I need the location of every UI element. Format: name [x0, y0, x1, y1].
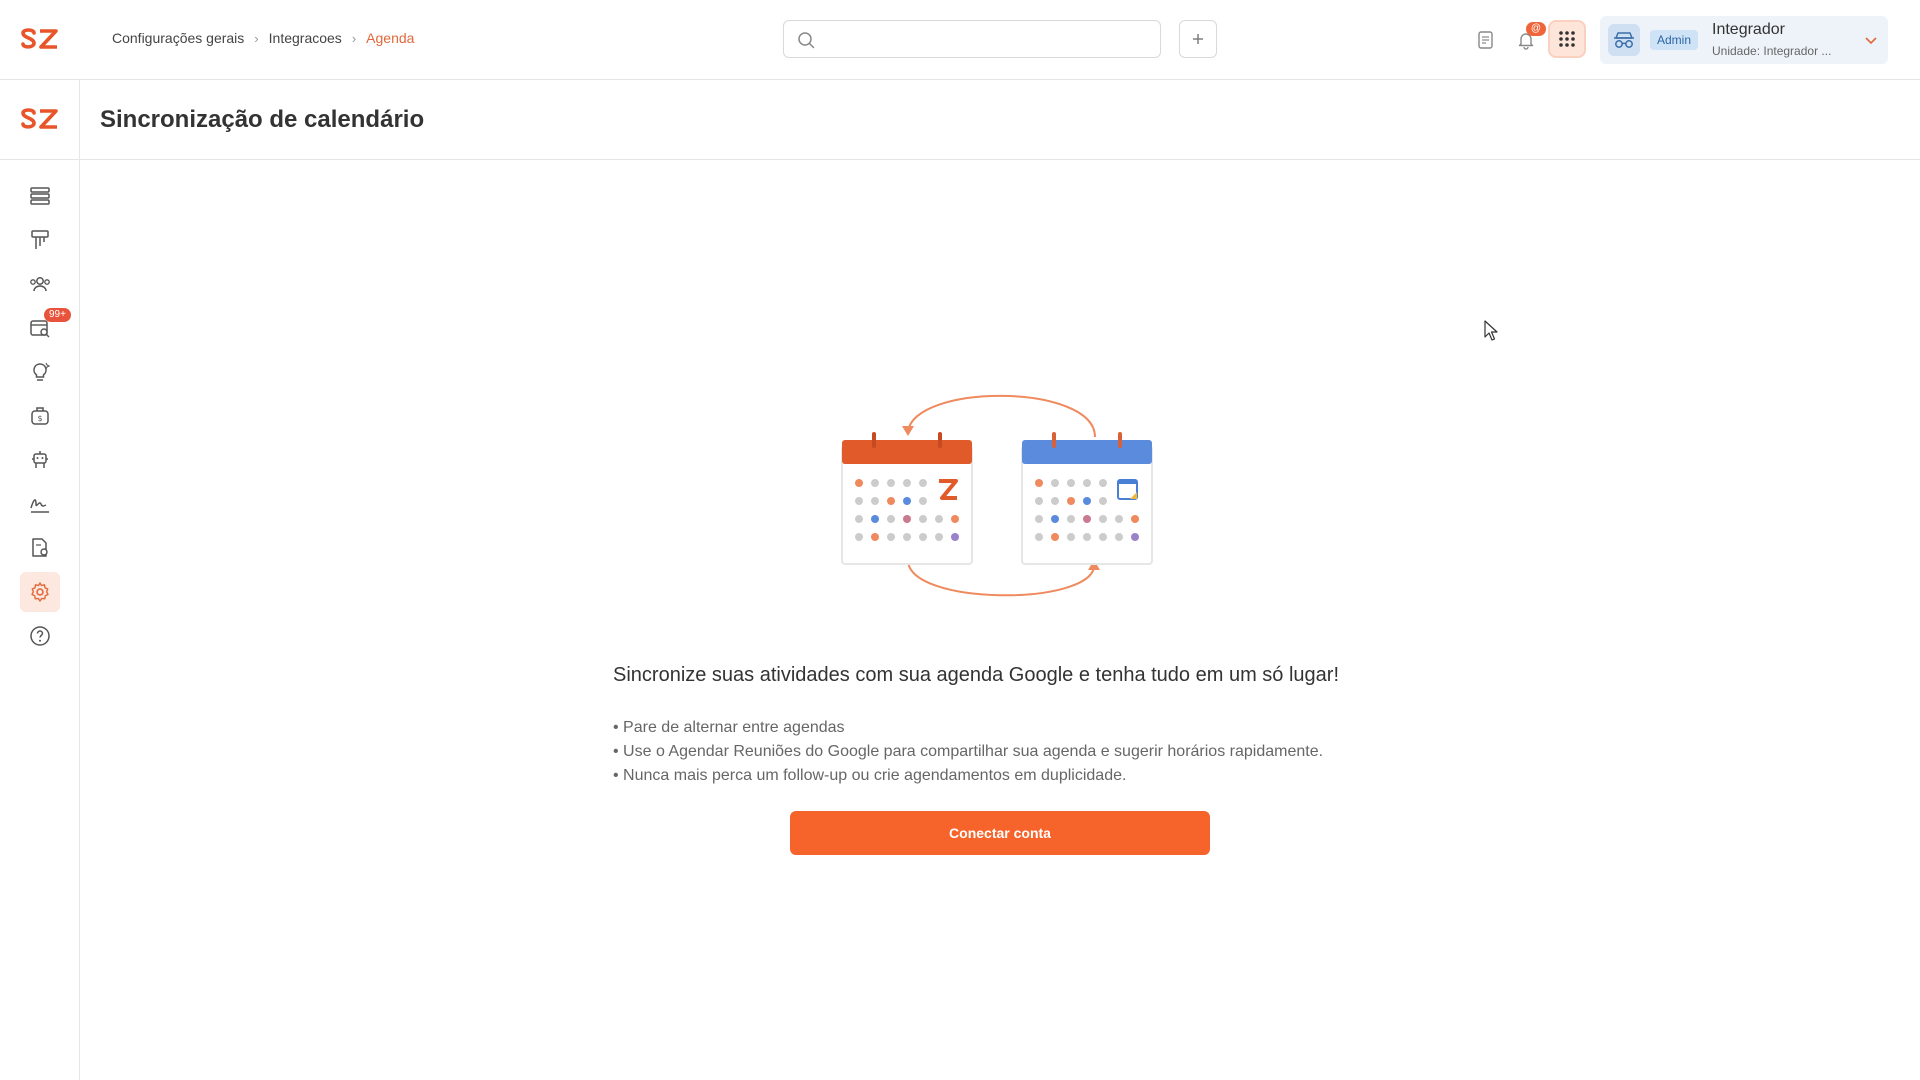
sidebar-divider: [0, 159, 79, 160]
mention-badge: @: [1526, 22, 1546, 36]
signpost-icon: [31, 230, 49, 249]
logo[interactable]: [20, 27, 60, 51]
document-settings-icon: [32, 538, 48, 557]
role-badge: Admin: [1650, 30, 1699, 50]
connect-account-button[interactable]: Conectar conta: [790, 811, 1210, 855]
search-input[interactable]: [824, 29, 1148, 51]
sidebar: $: [0, 80, 80, 1080]
page-header: Sincronização de calendário: [80, 80, 1920, 160]
chevron-right-icon: ›: [254, 30, 259, 46]
sidebar-item-documents[interactable]: [20, 528, 60, 568]
sidebar-item-settings[interactable]: [20, 572, 60, 612]
list-item: • Use o Agendar Reuniões do Google para …: [613, 743, 1324, 760]
page-title: Sincronização de calendário: [100, 106, 425, 133]
chevron-right-icon: ›: [351, 30, 357, 46]
breadcrumb: Configurações gerais › Integracoes › Age…: [112, 30, 414, 46]
sidebar-item-list[interactable]: [20, 176, 60, 216]
money-bag-icon: $: [31, 407, 49, 425]
breadcrumb-item-agenda: Agenda: [366, 30, 415, 46]
breadcrumb-item-configuracoes[interactable]: Configurações gerais: [112, 30, 244, 46]
sidebar-logo[interactable]: [20, 107, 60, 131]
add-button[interactable]: [1179, 20, 1217, 58]
list-item: • Pare de alternar entre agendas: [613, 719, 845, 736]
sidebar-item-pipeline[interactable]: [20, 220, 60, 260]
notes-icon: [1478, 31, 1493, 49]
user-name: Integrador: [1712, 21, 1785, 38]
sidebar-item-ideas[interactable]: [20, 352, 60, 392]
list-icon: [30, 187, 50, 205]
calendar-sync-illustration: [838, 388, 1158, 608]
user-menu[interactable]: Admin Integrador Unidade: Integrador ...: [1600, 16, 1888, 64]
chevron-down-icon: [1865, 37, 1877, 45]
calendar-sync-icon: [841, 394, 1153, 597]
sidebar-item-help[interactable]: [20, 616, 60, 656]
plus-icon: [1193, 34, 1203, 44]
brand-logo-icon: [21, 108, 58, 129]
sidebar-item-contacts[interactable]: [20, 264, 60, 304]
signature-icon: [30, 499, 49, 513]
incognito-icon: [1614, 32, 1634, 48]
lightbulb-icon: [33, 362, 51, 381]
avatar: [1608, 24, 1640, 56]
sync-headline: Sincronize suas atividades com sua agend…: [613, 664, 1339, 686]
list-item: • Nunca mais perca um follow-up ou crie …: [613, 767, 1127, 784]
apps-menu-button[interactable]: [1548, 20, 1586, 58]
sidebar-item-signature[interactable]: [20, 484, 60, 524]
users-icon: [30, 277, 50, 292]
benefits-list: • Pare de alternar entre agendas • Use o…: [613, 716, 1323, 788]
svg-text:$: $: [37, 414, 42, 423]
robot-icon: [32, 451, 48, 468]
search-box: [783, 20, 1161, 58]
mouse-cursor-icon: [1484, 320, 1498, 341]
sidebar-item-automation[interactable]: [20, 440, 60, 480]
inbox-count-badge: 99+: [44, 308, 71, 322]
help-icon: [30, 626, 50, 646]
top-bar: Configurações gerais › Integracoes › Age…: [0, 0, 1920, 80]
sidebar-item-finance[interactable]: $: [20, 396, 60, 436]
gear-icon: [31, 582, 49, 602]
grid-dots-icon: [1559, 31, 1575, 47]
notes-button[interactable]: [1474, 28, 1498, 52]
breadcrumb-item-integracoes[interactable]: Integracoes: [269, 30, 342, 46]
brand-logo-icon: [21, 28, 58, 49]
user-unit: Unidade: Integrador ...: [1712, 44, 1832, 58]
search-icon: [798, 32, 815, 49]
